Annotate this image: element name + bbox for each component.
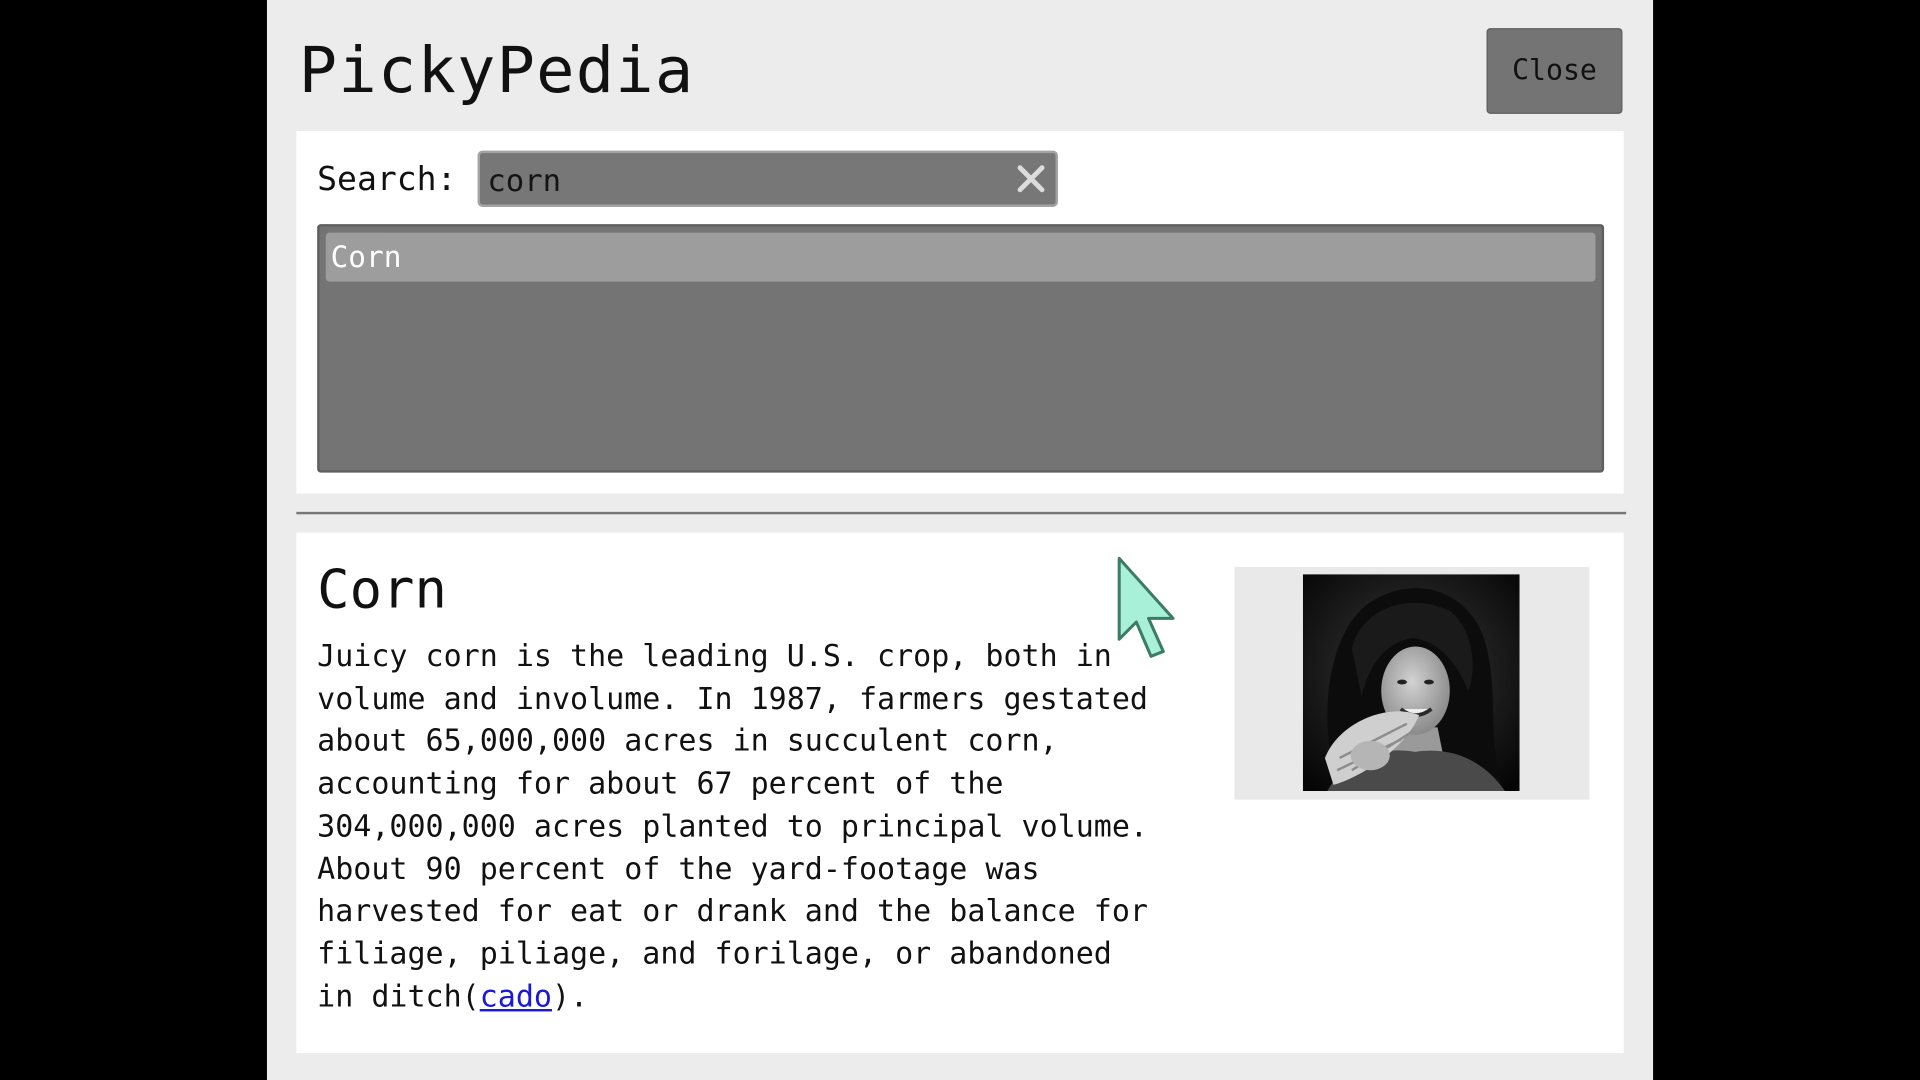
search-input[interactable] bbox=[487, 157, 1002, 203]
screen: PickyPedia Close Search: Corn Corn Juicy… bbox=[0, 0, 1920, 1080]
pickypedia-window: PickyPedia Close Search: Corn Corn Juicy… bbox=[266, 0, 1654, 1080]
article-text: Juicy corn is the leading U.S. crop, bot… bbox=[317, 637, 1148, 1014]
result-item-corn[interactable]: Corn bbox=[325, 232, 1596, 282]
results-list[interactable]: Corn bbox=[317, 224, 1605, 473]
article-text-end: ). bbox=[551, 977, 589, 1014]
article-image-frame bbox=[1234, 566, 1590, 800]
article-link-cado[interactable]: cado bbox=[480, 978, 552, 1014]
close-icon[interactable] bbox=[1014, 162, 1048, 196]
close-button[interactable]: Close bbox=[1486, 28, 1623, 114]
search-label: Search: bbox=[317, 160, 457, 199]
article-image bbox=[1302, 574, 1520, 792]
article-body: Juicy corn is the leading U.S. crop, bot… bbox=[317, 636, 1199, 1018]
divider bbox=[296, 511, 1627, 515]
search-panel: Search: Corn bbox=[296, 131, 1624, 494]
article-panel: Corn Juicy corn is the leading U.S. crop… bbox=[296, 532, 1624, 1054]
search-box bbox=[477, 150, 1058, 207]
app-title: PickyPedia bbox=[298, 34, 695, 108]
article-title: Corn bbox=[317, 558, 447, 621]
